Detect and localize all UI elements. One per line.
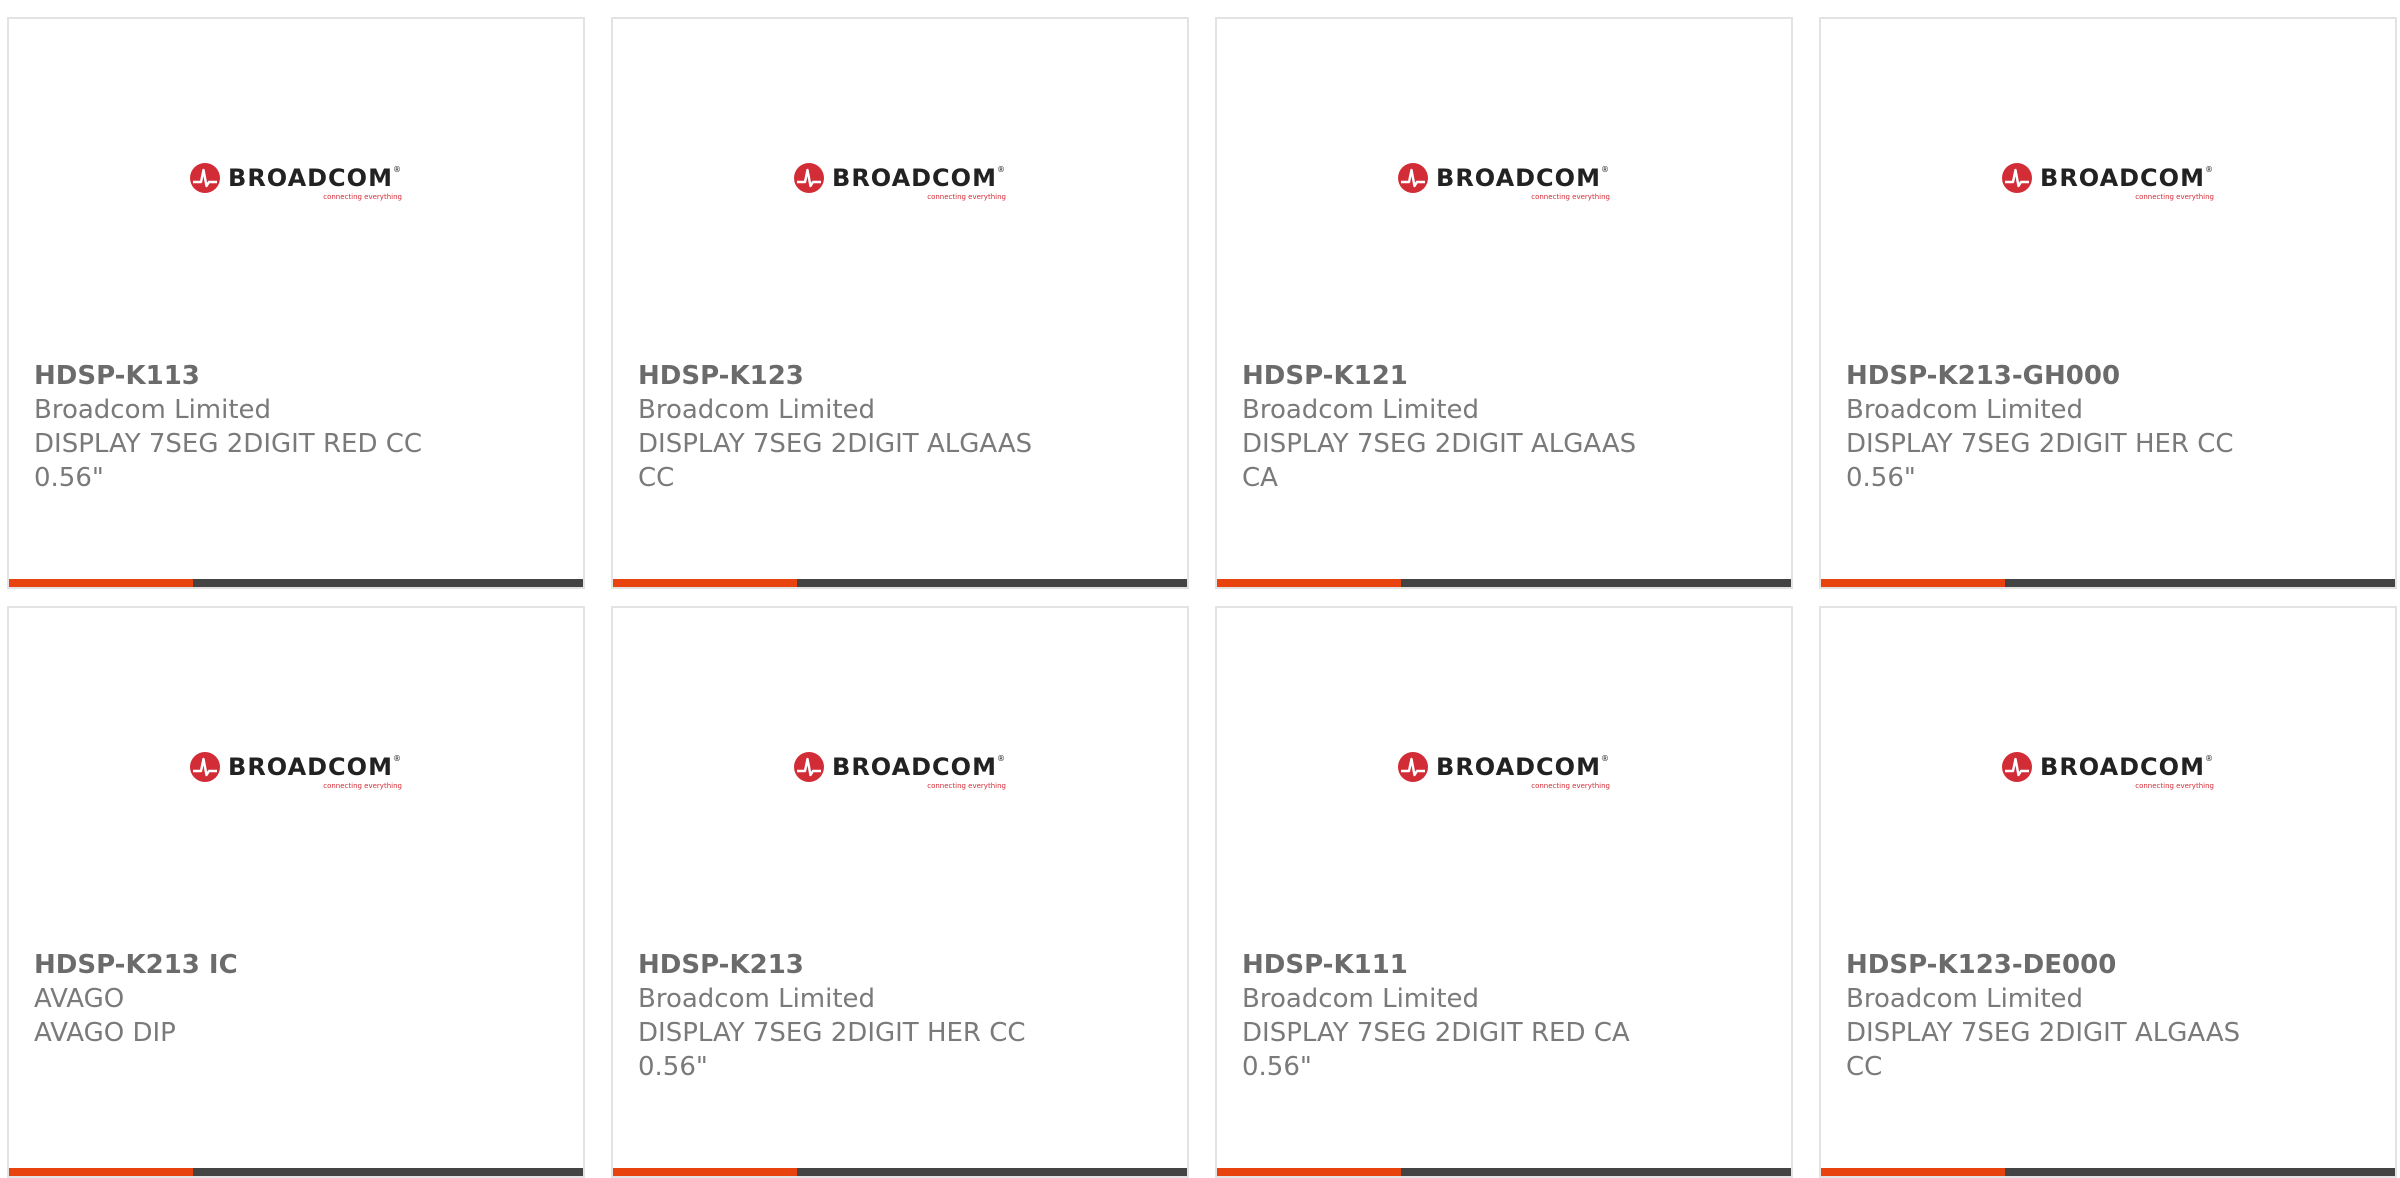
broadcom-logo: BROADCOM® connecting everything [1398,752,1610,790]
product-description: DISPLAY 7SEG 2DIGIT ALGAAS CA [1242,429,1637,493]
product-description: DISPLAY 7SEG 2DIGIT HER CC 0.56" [1846,429,2234,493]
card-bar-accent [613,579,797,587]
product-image: BROADCOM® connecting everything [613,19,1187,349]
card-bar-accent [1217,579,1401,587]
broadcom-pulse-icon [1398,163,1429,193]
product-info: HDSP-K113 Broadcom Limited DISPLAY 7SEG … [34,359,463,495]
broadcom-pulse-icon [190,752,221,782]
broadcom-pulse-icon [794,752,825,782]
product-card[interactable]: BROADCOM® connecting everything HDSP-K11… [7,17,585,589]
logo-wordmark: BROADCOM® [2040,753,2214,781]
logo-wordmark: BROADCOM® [832,753,1006,781]
broadcom-logo: BROADCOM® connecting everything [190,752,402,790]
manufacturer: Broadcom Limited [1242,984,1480,1014]
part-number[interactable]: HDSP-K121 [1242,359,1671,393]
part-number[interactable]: HDSP-K213 IC [34,948,463,982]
broadcom-logo: BROADCOM® connecting everything [190,163,402,201]
product-description: DISPLAY 7SEG 2DIGIT RED CC 0.56" [34,429,423,493]
product-grid: BROADCOM® connecting everything HDSP-K11… [7,17,2397,1178]
broadcom-pulse-icon [2002,163,2033,193]
card-bar-accent [1217,1168,1401,1176]
broadcom-logo: BROADCOM® connecting everything [794,752,1006,790]
product-info: HDSP-K123 Broadcom Limited DISPLAY 7SEG … [638,359,1067,495]
logo-tagline: connecting everything [2135,782,2214,790]
broadcom-logo: BROADCOM® connecting everything [1398,163,1610,201]
product-card[interactable]: BROADCOM® connecting everything HDSP-K12… [611,17,1189,589]
broadcom-pulse-icon [190,163,221,193]
part-number[interactable]: HDSP-K213-GH000 [1846,359,2275,393]
broadcom-logo: BROADCOM® connecting everything [794,163,1006,201]
broadcom-pulse-icon [794,163,825,193]
logo-tagline: connecting everything [2135,193,2214,201]
logo-tagline: connecting everything [323,782,402,790]
logo-wordmark: BROADCOM® [1436,164,1610,192]
card-bottom-bar [613,579,1187,587]
manufacturer: Broadcom Limited [1846,395,2084,425]
product-info: HDSP-K123-DE000 Broadcom Limited DISPLAY… [1846,948,2275,1084]
card-bottom-bar [1821,579,2395,587]
manufacturer: AVAGO [34,984,125,1014]
card-bar-accent [1821,579,2005,587]
manufacturer: Broadcom Limited [1242,395,1480,425]
product-description: AVAGO DIP [34,1018,176,1048]
logo-wordmark: BROADCOM® [832,164,1006,192]
logo-wordmark: BROADCOM® [1436,753,1610,781]
logo-tagline: connecting everything [927,193,1006,201]
product-description: DISPLAY 7SEG 2DIGIT HER CC 0.56" [638,1018,1026,1082]
manufacturer: Broadcom Limited [1846,984,2084,1014]
logo-wordmark: BROADCOM® [2040,164,2214,192]
broadcom-logo: BROADCOM® connecting everything [2002,752,2214,790]
card-bottom-bar [1821,1168,2395,1176]
card-bottom-bar [1217,1168,1791,1176]
manufacturer: Broadcom Limited [638,984,876,1014]
logo-tagline: connecting everything [323,193,402,201]
manufacturer: Broadcom Limited [638,395,876,425]
card-bar-accent [9,579,193,587]
product-card[interactable]: BROADCOM® connecting everything HDSP-K12… [1215,17,1793,589]
product-image: BROADCOM® connecting everything [9,19,583,349]
logo-tagline: connecting everything [1531,782,1610,790]
card-bottom-bar [9,579,583,587]
logo-tagline: connecting everything [1531,193,1610,201]
product-description: DISPLAY 7SEG 2DIGIT ALGAAS CC [638,429,1033,493]
part-number[interactable]: HDSP-K123-DE000 [1846,948,2275,982]
product-info: HDSP-K121 Broadcom Limited DISPLAY 7SEG … [1242,359,1671,495]
logo-wordmark: BROADCOM® [228,164,402,192]
product-card[interactable]: BROADCOM® connecting everything HDSP-K21… [1819,17,2397,589]
broadcom-pulse-icon [1398,752,1429,782]
logo-wordmark: BROADCOM® [228,753,402,781]
card-bar-accent [9,1168,193,1176]
logo-tagline: connecting everything [927,782,1006,790]
card-bottom-bar [613,1168,1187,1176]
card-bottom-bar [9,1168,583,1176]
product-card[interactable]: BROADCOM® connecting everything HDSP-K21… [7,606,585,1178]
product-info: HDSP-K213 IC AVAGO AVAGO DIP [34,948,463,1050]
broadcom-logo: BROADCOM® connecting everything [2002,163,2214,201]
card-bar-accent [613,1168,797,1176]
product-image: BROADCOM® connecting everything [1821,608,2395,938]
manufacturer: Broadcom Limited [34,395,272,425]
product-image: BROADCOM® connecting everything [1821,19,2395,349]
broadcom-pulse-icon [2002,752,2033,782]
product-image: BROADCOM® connecting everything [9,608,583,938]
card-bar-accent [1821,1168,2005,1176]
product-info: HDSP-K111 Broadcom Limited DISPLAY 7SEG … [1242,948,1671,1084]
product-description: DISPLAY 7SEG 2DIGIT RED CA 0.56" [1242,1018,1630,1082]
part-number[interactable]: HDSP-K111 [1242,948,1671,982]
product-image: BROADCOM® connecting everything [1217,19,1791,349]
product-card[interactable]: BROADCOM® connecting everything HDSP-K11… [1215,606,1793,1178]
product-image: BROADCOM® connecting everything [613,608,1187,938]
part-number[interactable]: HDSP-K213 [638,948,1067,982]
product-card[interactable]: BROADCOM® connecting everything HDSP-K21… [611,606,1189,1178]
product-description: DISPLAY 7SEG 2DIGIT ALGAAS CC [1846,1018,2241,1082]
product-image: BROADCOM® connecting everything [1217,608,1791,938]
part-number[interactable]: HDSP-K123 [638,359,1067,393]
product-info: HDSP-K213 Broadcom Limited DISPLAY 7SEG … [638,948,1067,1084]
product-card[interactable]: BROADCOM® connecting everything HDSP-K12… [1819,606,2397,1178]
part-number[interactable]: HDSP-K113 [34,359,463,393]
product-info: HDSP-K213-GH000 Broadcom Limited DISPLAY… [1846,359,2275,495]
card-bottom-bar [1217,579,1791,587]
